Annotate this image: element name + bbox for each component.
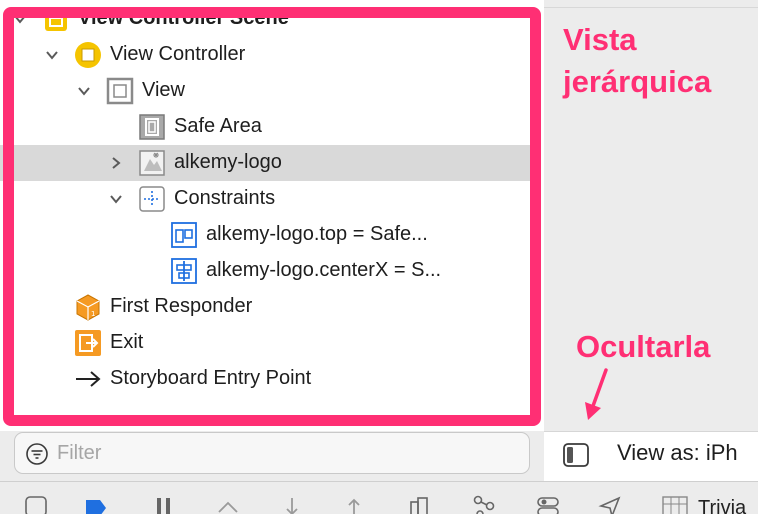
outline-row-label: Exit (110, 331, 144, 353)
console-toggle-icon[interactable] (24, 494, 48, 514)
filter-field[interactable] (14, 432, 530, 474)
constraints-icon (138, 185, 166, 213)
scheme-label[interactable]: Trivia (698, 497, 746, 514)
view-as-button[interactable]: View as: iPh (617, 440, 738, 466)
bottom-toolbar: Trivia (0, 481, 758, 514)
outline-row[interactable]: View (0, 73, 530, 109)
annotation-arrow-icon (585, 368, 608, 420)
step-out-icon[interactable] (342, 494, 366, 514)
step-over-icon[interactable] (216, 494, 240, 514)
document-outline-panel: View Controller Scene View Controller View… (0, 0, 544, 431)
outline-row-label: alkemy-logo.top = Safe... (206, 223, 428, 245)
image-view-icon (138, 149, 166, 177)
outline-row-label: View Controller Scene (78, 7, 289, 29)
filter-input[interactable] (57, 439, 517, 467)
chevron-down-icon[interactable] (76, 83, 92, 99)
outline-row[interactable]: View Controller (0, 37, 530, 73)
outline-row[interactable]: alkemy-logo.top = Safe... (0, 217, 530, 253)
outline-row-label: Constraints (174, 187, 276, 209)
device-configuration-bar: View as: iPh (544, 431, 758, 481)
step-into-icon[interactable] (280, 494, 304, 514)
scheme-icon[interactable] (660, 494, 690, 514)
outline-row-label: First Responder (110, 295, 253, 317)
memory-graph-icon[interactable] (472, 494, 496, 514)
outline-row[interactable]: Storyboard Entry Point (0, 361, 530, 397)
outline-row[interactable]: alkemy-logo (0, 145, 530, 181)
scene-icon (42, 5, 70, 33)
filter-icon (26, 443, 48, 465)
view-controller-icon (74, 41, 102, 69)
exit-icon (74, 329, 102, 357)
svg-text:1: 1 (91, 310, 95, 318)
outline-row-label: alkemy-logo (174, 151, 282, 173)
breakpoint-icon[interactable] (84, 494, 108, 514)
outline-toggle-button[interactable] (562, 442, 590, 468)
outline-row-label: alkemy-logo.centerX = S... (206, 259, 442, 281)
safe-area-icon (138, 113, 166, 141)
entry-arrow-icon (74, 365, 102, 393)
environment-overrides-icon[interactable] (536, 494, 560, 514)
centerx-constraint-icon (170, 257, 198, 285)
outline-row[interactable]: Constraints (0, 181, 530, 217)
outline-row[interactable]: Exit (0, 325, 530, 361)
first-responder-icon: 1 (74, 293, 102, 321)
view-hierarchy-icon[interactable] (408, 494, 432, 514)
top-constraint-icon (170, 221, 198, 249)
outline-row[interactable]: 1 First Responder (0, 289, 530, 325)
outline-row[interactable]: alkemy-logo.centerX = S... (0, 253, 530, 289)
annotation-title-line1: Vista (563, 22, 637, 57)
chevron-right-icon[interactable] (108, 155, 124, 171)
outline-row-label: Storyboard Entry Point (110, 367, 312, 389)
canvas-divider (544, 7, 758, 8)
outline-row[interactable]: View Controller Scene (0, 1, 530, 37)
outline-row[interactable]: Safe Area (0, 109, 530, 145)
annotation-title-line2: jerárquica (563, 64, 712, 99)
outline-row-label: View Controller (110, 43, 246, 65)
location-icon[interactable] (598, 494, 622, 514)
pause-icon[interactable] (152, 494, 176, 514)
chevron-down-icon[interactable] (44, 47, 60, 63)
annotation-hide: Ocultarla (576, 329, 711, 364)
outline-row-label: Safe Area (174, 115, 262, 137)
chevron-down-icon[interactable] (108, 191, 124, 207)
outline-row-label: View (142, 79, 185, 101)
chevron-down-icon[interactable] (12, 11, 28, 27)
view-icon (106, 77, 134, 105)
